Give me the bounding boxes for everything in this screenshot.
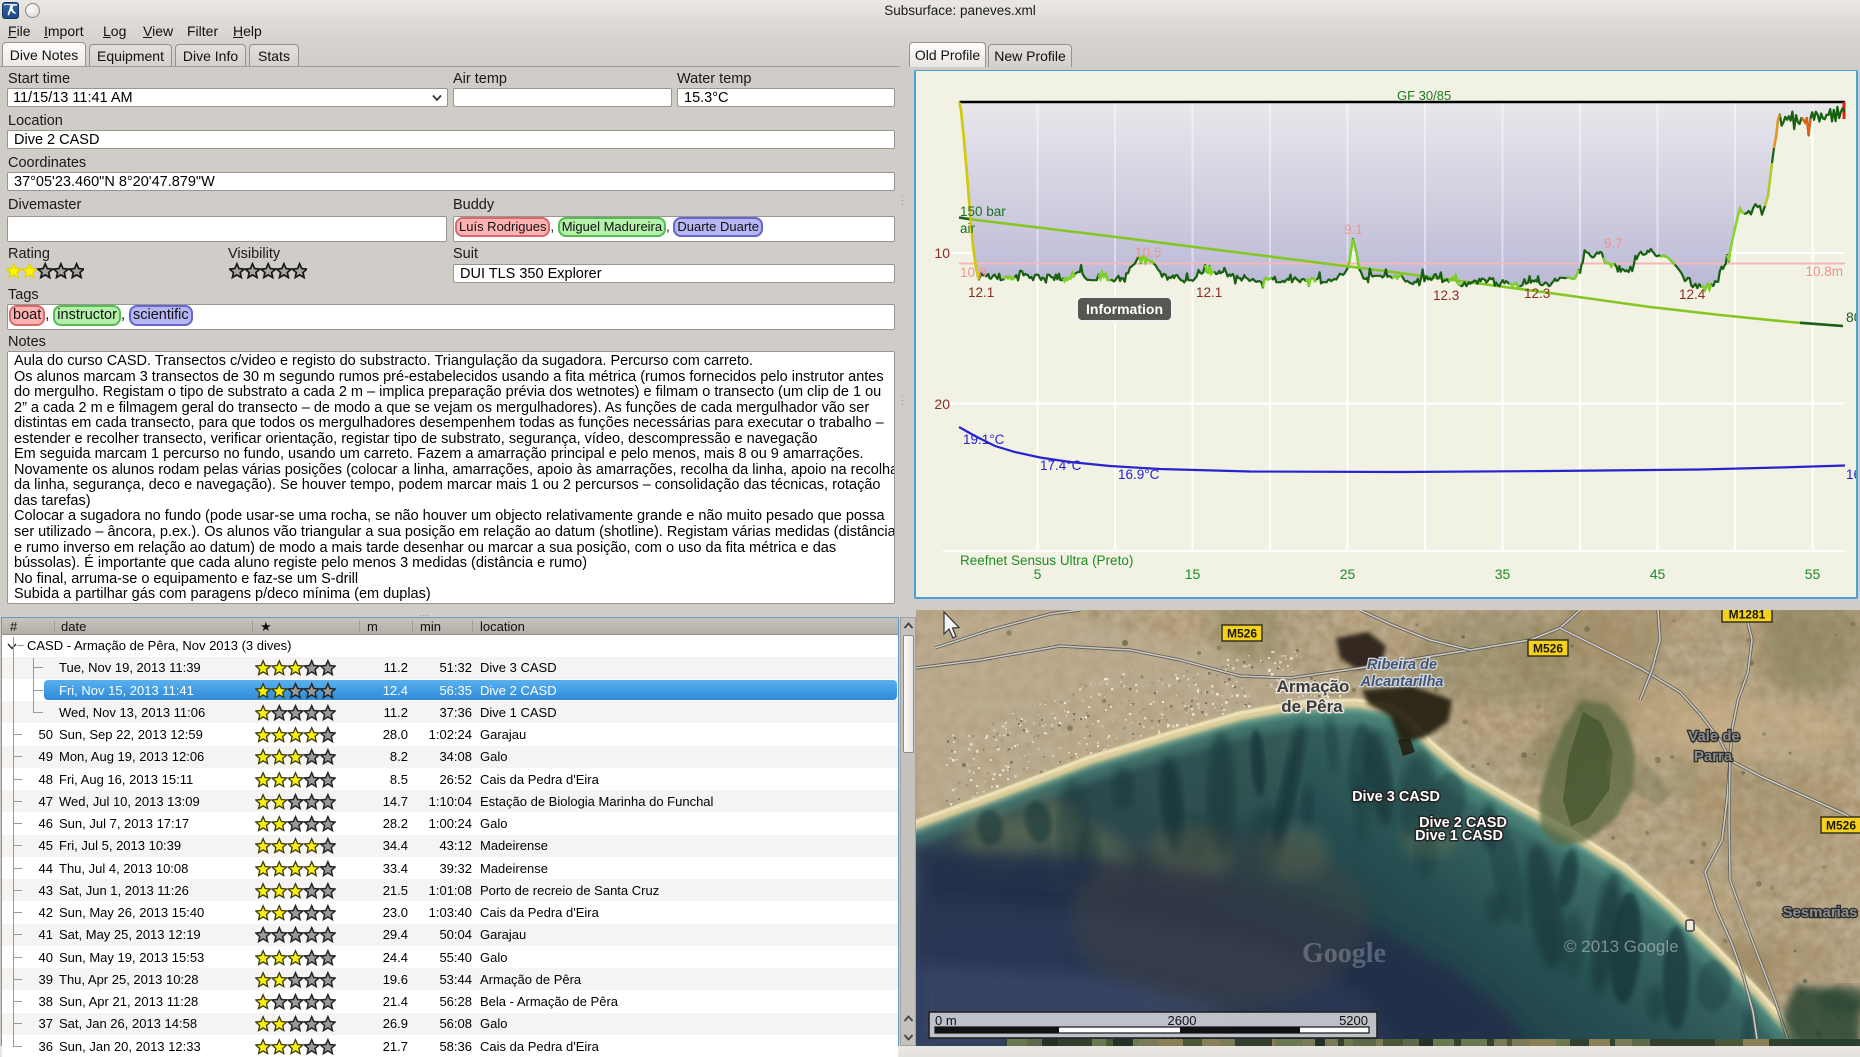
svg-text:150 bar: 150 bar	[960, 204, 1006, 219]
svg-text:12.1: 12.1	[968, 285, 994, 300]
svg-text:5200: 5200	[1339, 1013, 1368, 1028]
svg-text:© 2013 Google: © 2013 Google	[1564, 937, 1679, 956]
svg-text:12.3: 12.3	[1433, 288, 1459, 303]
svg-text:Ribeira de: Ribeira de	[1367, 657, 1437, 673]
svg-text:de Pêra: de Pêra	[1281, 697, 1343, 716]
svg-text:Reefnet Sensus Ultra (Preto): Reefnet Sensus Ultra (Preto)	[960, 553, 1133, 568]
svg-text:2600: 2600	[1168, 1013, 1197, 1028]
svg-text:Parra: Parra	[1694, 748, 1733, 765]
svg-text:25: 25	[1340, 566, 1356, 582]
svg-text:12.1: 12.1	[1196, 285, 1222, 300]
svg-text:M1281: M1281	[1729, 610, 1766, 622]
svg-text:10.8m: 10.8m	[1805, 264, 1843, 279]
svg-text:5: 5	[1034, 566, 1042, 582]
svg-text:20: 20	[934, 396, 950, 412]
svg-text:45: 45	[1650, 566, 1666, 582]
svg-text:Armação: Armação	[1277, 677, 1350, 696]
svg-text:55: 55	[1805, 566, 1821, 582]
svg-text:M526: M526	[1533, 642, 1563, 656]
svg-text:80: 80	[1846, 309, 1856, 325]
svg-text:GF 30/85: GF 30/85	[1397, 88, 1451, 103]
svg-text:15: 15	[1185, 566, 1201, 582]
svg-text:16.9°C: 16.9°C	[1118, 467, 1160, 482]
svg-text:19.1°C: 19.1°C	[963, 432, 1005, 447]
svg-text:Google: Google	[1302, 938, 1386, 969]
svg-text:Sesmarias: Sesmarias	[1782, 904, 1857, 921]
svg-text:M526: M526	[1227, 627, 1257, 641]
svg-text:17.4°C: 17.4°C	[1040, 458, 1082, 473]
svg-text:0 m: 0 m	[935, 1013, 957, 1028]
svg-text:9.7: 9.7	[1604, 236, 1623, 251]
svg-text:9.1: 9.1	[1344, 222, 1363, 237]
svg-text:air: air	[960, 221, 976, 236]
svg-text:10.5: 10.5	[1135, 245, 1161, 260]
svg-text:Alcantarilha: Alcantarilha	[1360, 674, 1444, 690]
svg-text:Vale de: Vale de	[1688, 728, 1740, 745]
svg-text:10: 10	[934, 245, 950, 261]
svg-text:Information: Information	[1086, 301, 1163, 317]
svg-text:12.3: 12.3	[1524, 286, 1550, 301]
svg-text:16.8°C: 16.8°C	[1846, 467, 1856, 482]
svg-text:Dive 1 CASD: Dive 1 CASD	[1415, 828, 1503, 844]
svg-text:M526: M526	[1826, 819, 1856, 833]
svg-text:10.8: 10.8	[960, 265, 986, 280]
svg-text:Dive 3 CASD: Dive 3 CASD	[1352, 789, 1440, 805]
svg-text:12.4: 12.4	[1679, 287, 1706, 302]
svg-text:35: 35	[1495, 566, 1511, 582]
